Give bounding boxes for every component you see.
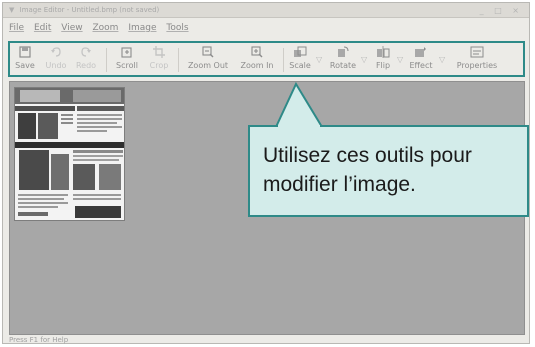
toolbar: Save Undo Redo Scroll Crop Zoom Out Zoom… <box>8 41 525 77</box>
menu-zoom[interactable]: Zoom <box>92 23 118 33</box>
effect-icon <box>406 46 436 59</box>
properties-label: Properties <box>456 61 498 70</box>
undo-label: Undo <box>45 61 67 70</box>
menu-edit[interactable]: Edit <box>34 23 51 33</box>
window-title: Image Editor - Untitled.bmp (not saved) <box>19 6 160 14</box>
close-button[interactable]: × <box>512 6 523 15</box>
flip-label: Flip <box>375 61 391 70</box>
effect-dropdown-icon[interactable]: ▽ <box>439 55 445 64</box>
scroll-button[interactable]: Scroll <box>114 46 140 74</box>
flip-dropdown-icon[interactable]: ▽ <box>397 55 403 64</box>
zoom-out-button[interactable]: Zoom Out <box>184 46 232 74</box>
crop-icon <box>147 46 171 59</box>
properties-icon <box>454 46 500 59</box>
toolbar-separator <box>106 48 107 72</box>
properties-button[interactable]: Properties <box>454 46 500 74</box>
document-image <box>14 87 125 221</box>
menu-tools[interactable]: Tools <box>166 23 188 33</box>
redo-icon <box>74 46 98 59</box>
status-text: Press F1 for Help <box>9 336 69 344</box>
scale-icon <box>288 46 312 59</box>
callout-line-2: modifier l’image. <box>263 173 416 196</box>
app-icon: ▼ <box>9 6 15 14</box>
flip-icon <box>372 46 394 59</box>
toolbar-separator <box>283 48 284 72</box>
scale-label: Scale <box>289 61 311 70</box>
title-bar: ▼ Image Editor - Untitled.bmp (not saved… <box>3 3 529 18</box>
zoom-out-icon <box>184 46 232 59</box>
undo-button[interactable]: Undo <box>43 46 69 74</box>
scale-dropdown-icon[interactable]: ▽ <box>316 55 322 64</box>
effect-label: Effect <box>409 61 433 70</box>
scroll-icon <box>114 46 140 59</box>
zoom-in-label: Zoom In <box>240 61 274 70</box>
callout-line-1: Utilisez ces outils pour <box>263 144 472 167</box>
save-button[interactable]: Save <box>14 46 36 74</box>
effect-button[interactable]: Effect <box>406 46 436 74</box>
menu-view[interactable]: View <box>61 23 82 33</box>
flip-button[interactable]: Flip <box>372 46 394 74</box>
rotate-button[interactable]: Rotate <box>328 46 358 74</box>
redo-label: Redo <box>75 61 97 70</box>
scroll-label: Scroll <box>116 61 138 70</box>
menu-image[interactable]: Image <box>128 23 156 33</box>
maximize-button[interactable]: □ <box>494 6 506 15</box>
callout-box: Utilisez ces outils pour modifier l’imag… <box>248 125 529 217</box>
redo-button[interactable]: Redo <box>74 46 98 74</box>
rotate-label: Rotate <box>329 61 357 70</box>
crop-button[interactable]: Crop <box>147 46 171 74</box>
save-label: Save <box>15 61 35 70</box>
undo-icon <box>43 46 69 59</box>
toolbar-separator <box>178 48 179 72</box>
window-controls: _ □ × <box>480 3 523 18</box>
minimize-button[interactable]: _ <box>480 6 488 15</box>
menu-file[interactable]: File <box>9 23 24 33</box>
status-bar: Press F1 for Help <box>3 336 529 345</box>
zoom-in-button[interactable]: Zoom In <box>237 46 277 74</box>
rotate-icon <box>328 46 358 59</box>
rotate-dropdown-icon[interactable]: ▽ <box>361 55 367 64</box>
zoom-in-icon <box>237 46 277 59</box>
zoom-out-label: Zoom Out <box>187 61 229 70</box>
menu-bar: File Edit View Zoom Image Tools <box>3 20 529 36</box>
crop-label: Crop <box>149 61 169 70</box>
scale-button[interactable]: Scale <box>288 46 312 74</box>
save-icon <box>14 46 36 59</box>
